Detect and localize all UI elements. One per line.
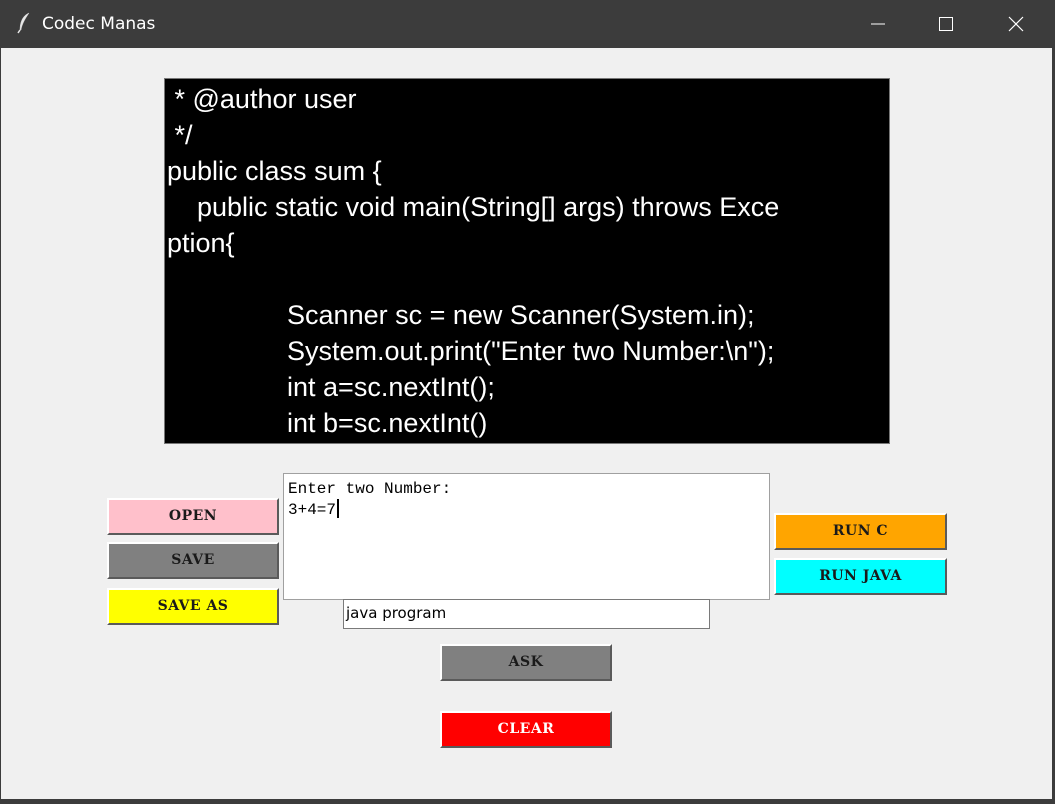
clear-button[interactable]: CLEAR	[440, 711, 612, 748]
program-name-input[interactable]: java program	[343, 599, 710, 629]
code-line: public class sum {	[167, 156, 382, 186]
close-button[interactable]	[981, 0, 1051, 48]
output-line-text: 3+4=7	[288, 501, 337, 519]
code-line: */	[167, 120, 193, 150]
code-editor[interactable]: * @author user */ public class sum { pub…	[164, 78, 890, 444]
maximize-button[interactable]	[911, 0, 981, 48]
window-title: Codec Manas	[42, 14, 156, 34]
code-line: System.out.print("Enter two Number:\n");	[167, 336, 775, 366]
title-bar: Codec Manas	[0, 0, 1055, 48]
ask-button[interactable]: ASK	[440, 644, 612, 681]
output-line: 3+4=7	[288, 499, 765, 520]
text-cursor	[337, 499, 340, 518]
window-client-area: * @author user */ public class sum { pub…	[1, 48, 1052, 799]
run-c-button[interactable]: RUN C	[774, 513, 947, 550]
code-line: public static void main(String[] args) t…	[167, 192, 780, 222]
code-line: int b=sc.nextInt()	[167, 408, 488, 438]
code-line: * @author user	[167, 84, 357, 114]
feather-icon	[16, 12, 34, 34]
code-line: int a=sc.nextInt();	[167, 372, 495, 402]
minimize-button[interactable]	[843, 0, 913, 48]
output-textbox[interactable]: Enter two Number: 3+4=7	[283, 473, 770, 600]
run-java-button[interactable]: RUN JAVA	[774, 558, 947, 595]
code-line: Scanner sc = new Scanner(System.in);	[167, 300, 755, 330]
code-line: ption{	[167, 228, 235, 258]
open-button[interactable]: OPEN	[107, 498, 279, 535]
save-as-button[interactable]: SAVE AS	[107, 588, 279, 625]
output-line: Enter two Number:	[288, 480, 452, 498]
save-button[interactable]: SAVE	[107, 542, 279, 579]
